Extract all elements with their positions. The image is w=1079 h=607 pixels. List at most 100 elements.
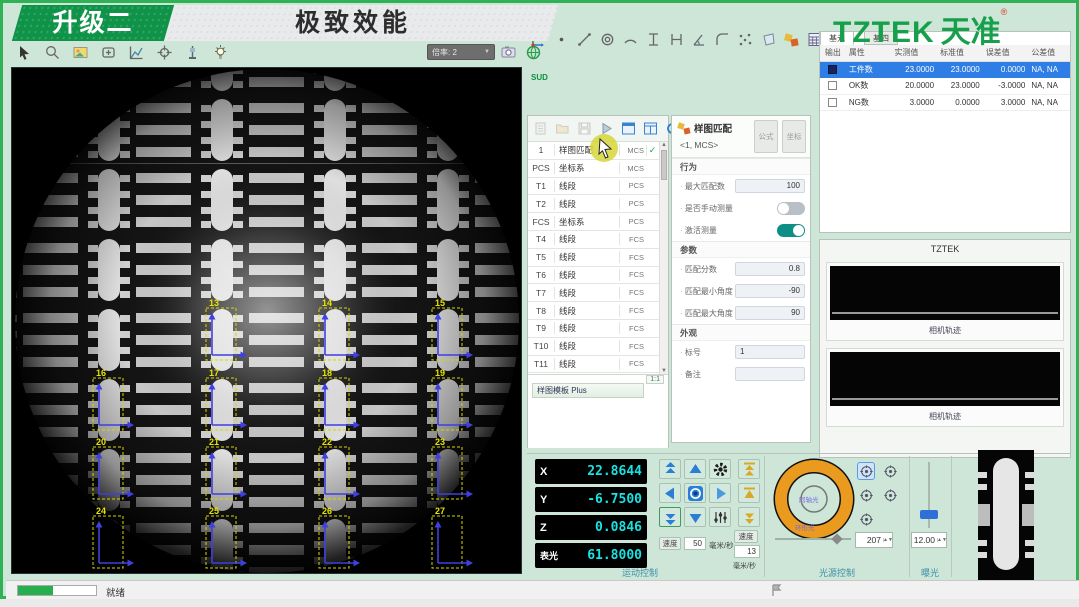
light-source-button-3[interactable]	[857, 486, 875, 504]
light-ring-diagram: 同轴光 环形光	[771, 456, 857, 542]
logo-cn: 天准	[941, 16, 1001, 49]
coordinate-button[interactable]: 坐标	[782, 120, 806, 153]
speed-button[interactable]: 速度	[659, 537, 681, 550]
axis-readout-X: X22.8644	[535, 459, 647, 484]
angle-icon[interactable]	[690, 30, 709, 49]
template-tab[interactable]: 样图模板 Plus	[532, 383, 644, 398]
polygon-icon[interactable]	[759, 30, 778, 49]
light-value-spinner[interactable]: 207 ▲▼	[855, 532, 893, 548]
arc-icon[interactable]	[621, 30, 640, 49]
field-input[interactable]: 1	[735, 345, 805, 359]
light-pole-icon[interactable]	[183, 43, 202, 62]
window1-icon[interactable]	[619, 119, 638, 138]
scroll-thumb[interactable]	[661, 150, 667, 180]
z-down-fast-icon[interactable]	[738, 507, 760, 527]
field-input[interactable]: 100	[735, 179, 805, 193]
jog-up-icon[interactable]	[684, 459, 706, 479]
output-checkbox[interactable]	[828, 98, 837, 107]
field-input[interactable]	[735, 367, 805, 381]
light-source-button-5[interactable]	[857, 510, 875, 528]
feature-row[interactable]: T7线段FCS	[528, 284, 660, 302]
feature-row[interactable]: T1线段PCS	[528, 178, 660, 196]
results-row[interactable]: NG数3.00000.00003.0000NA, NA	[820, 95, 1070, 112]
toggle-off[interactable]	[777, 202, 805, 215]
chart-icon[interactable]	[127, 43, 146, 62]
feature-row[interactable]: FCS坐标系PCS	[528, 213, 660, 231]
feature-row[interactable]: T10线段FCS	[528, 338, 660, 356]
feature-row[interactable]: T8线段FCS	[528, 302, 660, 320]
formula-button[interactable]: 公式	[754, 120, 778, 153]
line-icon[interactable]	[575, 30, 594, 49]
svg-text:15: 15	[435, 298, 445, 308]
spinner-arrows-icon[interactable]: ▲▼	[883, 538, 892, 542]
cursor-icon[interactable]	[15, 43, 34, 62]
magnification-dropdown[interactable]: 倍率: 2 ▼	[427, 44, 495, 60]
circle-icon[interactable]	[598, 30, 617, 49]
open-icon[interactable]	[553, 119, 572, 138]
jog-stop-icon[interactable]	[684, 483, 706, 503]
template-icon[interactable]	[782, 30, 801, 49]
gear-icon[interactable]	[709, 459, 731, 479]
results-row[interactable]: 工件数23.000023.00000.0000NA, NA	[820, 62, 1070, 79]
z-speed-button[interactable]: 速度	[734, 530, 758, 543]
axis-label: Y	[540, 494, 587, 506]
jog-up-fast-icon[interactable]	[659, 459, 681, 479]
pointcloud-icon[interactable]	[736, 30, 755, 49]
banner-badge: 升级二	[12, 5, 174, 41]
program-label: SUD	[531, 73, 548, 82]
new-icon[interactable]	[531, 119, 550, 138]
light-source-button-2[interactable]	[881, 462, 899, 480]
toggle-on[interactable]	[777, 224, 805, 237]
light-slider-track[interactable]	[775, 538, 851, 540]
jog-settings-icon[interactable]	[709, 507, 731, 527]
feature-row[interactable]: T4线段FCS	[528, 231, 660, 249]
axis-label: X	[540, 466, 587, 478]
z-speed-input[interactable]: 13	[734, 545, 760, 558]
fillet-icon[interactable]	[713, 30, 732, 49]
pan-icon[interactable]	[99, 43, 118, 62]
feature-name: 线段	[554, 287, 620, 299]
magnifier-icon[interactable]	[43, 43, 62, 62]
crosshair-icon[interactable]	[155, 43, 174, 62]
field-input[interactable]: 90	[735, 306, 805, 320]
image-icon[interactable]	[71, 43, 90, 62]
field-input[interactable]: 0.8	[735, 262, 805, 276]
output-checkbox[interactable]	[828, 81, 837, 90]
z-up-icon[interactable]	[738, 483, 760, 503]
jog-down-fast-icon[interactable]	[659, 507, 681, 527]
exposure-slider-track[interactable]	[928, 462, 930, 528]
width-icon[interactable]	[667, 30, 686, 49]
point-icon[interactable]	[552, 30, 571, 49]
snapshot-icon[interactable]	[499, 43, 518, 62]
light-source-button-4[interactable]	[881, 486, 899, 504]
light-source-button-1[interactable]	[857, 462, 875, 480]
field-row: 最大匹配数100	[672, 175, 810, 197]
distance-icon[interactable]	[644, 30, 663, 49]
spinner-arrows-icon[interactable]: ▲▼	[937, 538, 946, 542]
jog-down-icon[interactable]	[684, 507, 706, 527]
feature-name: 坐标系	[554, 216, 620, 228]
exposure-slider-handle[interactable]	[920, 510, 938, 519]
window2-icon[interactable]	[641, 119, 660, 138]
bulb-icon[interactable]	[211, 43, 230, 62]
feature-row[interactable]: T6线段FCS	[528, 267, 660, 285]
feature-row[interactable]: T9线段FCS	[528, 320, 660, 338]
feature-row[interactable]: T2线段PCS	[528, 195, 660, 213]
z-up-limit-icon[interactable]	[738, 459, 760, 479]
field-row: 备注	[672, 363, 810, 385]
jog-right-icon[interactable]	[709, 483, 731, 503]
speed-input[interactable]: 50	[684, 537, 706, 550]
field-input[interactable]: -90	[735, 284, 805, 298]
output-checkbox[interactable]	[828, 65, 837, 74]
camera-viewport[interactable]: 13 14 15 16 17 18	[11, 67, 522, 574]
feature-row[interactable]: T5线段FCS	[528, 249, 660, 267]
standard-value: 23.0000	[937, 81, 983, 90]
field-label: 匹配最大角度	[680, 308, 735, 319]
scroll-up-icon[interactable]: ▲	[660, 142, 668, 148]
feature-list-scrollbar[interactable]: ▲ ▼	[659, 142, 668, 374]
feature-row[interactable]: T11线段FCS	[528, 356, 660, 374]
exposure-spinner[interactable]: 12.00 ▲▼	[911, 532, 947, 548]
jog-left-icon[interactable]	[659, 483, 681, 503]
results-row[interactable]: OK数20.000023.0000-3.0000NA, NA	[820, 78, 1070, 95]
match-marker: 18	[316, 367, 364, 433]
